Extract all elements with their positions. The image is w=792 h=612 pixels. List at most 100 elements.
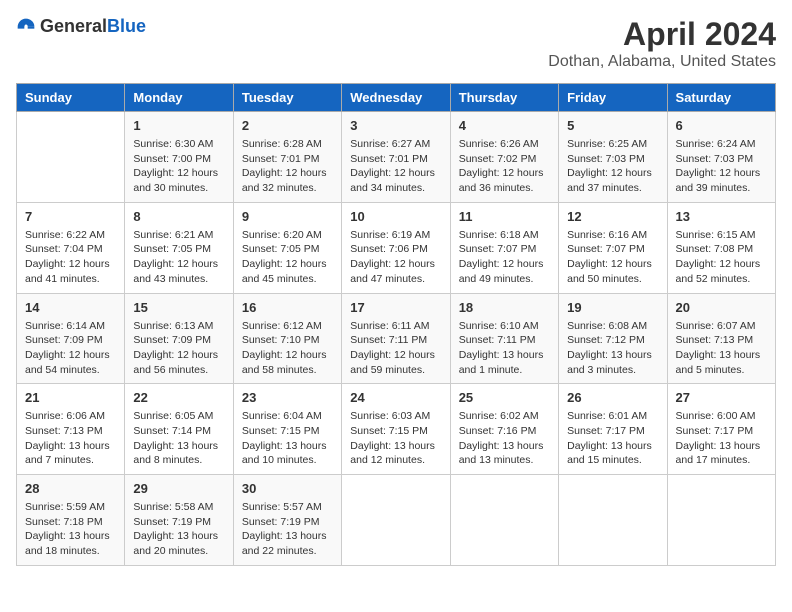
day-number: 8 <box>133 209 224 224</box>
day-number: 30 <box>242 481 333 496</box>
day-info: Sunrise: 6:00 AM Sunset: 7:17 PM Dayligh… <box>676 409 767 468</box>
day-number: 17 <box>350 300 441 315</box>
day-info: Sunrise: 6:11 AM Sunset: 7:11 PM Dayligh… <box>350 319 441 378</box>
day-header-saturday: Saturday <box>667 84 775 112</box>
day-cell: 26 Sunrise: 6:01 AM Sunset: 7:17 PM Dayl… <box>559 384 667 475</box>
day-header-thursday: Thursday <box>450 84 558 112</box>
day-info: Sunrise: 6:24 AM Sunset: 7:03 PM Dayligh… <box>676 137 767 196</box>
day-info: Sunrise: 6:06 AM Sunset: 7:13 PM Dayligh… <box>25 409 116 468</box>
day-info: Sunrise: 6:22 AM Sunset: 7:04 PM Dayligh… <box>25 228 116 287</box>
day-number: 28 <box>25 481 116 496</box>
day-cell <box>17 112 125 203</box>
day-number: 2 <box>242 118 333 133</box>
day-number: 16 <box>242 300 333 315</box>
day-cell: 30 Sunrise: 5:57 AM Sunset: 7:19 PM Dayl… <box>233 475 341 566</box>
day-number: 10 <box>350 209 441 224</box>
day-cell: 13 Sunrise: 6:15 AM Sunset: 7:08 PM Dayl… <box>667 202 775 293</box>
day-info: Sunrise: 6:07 AM Sunset: 7:13 PM Dayligh… <box>676 319 767 378</box>
day-info: Sunrise: 6:13 AM Sunset: 7:09 PM Dayligh… <box>133 319 224 378</box>
day-header-wednesday: Wednesday <box>342 84 450 112</box>
day-cell: 22 Sunrise: 6:05 AM Sunset: 7:14 PM Dayl… <box>125 384 233 475</box>
day-number: 15 <box>133 300 224 315</box>
day-number: 21 <box>25 390 116 405</box>
day-number: 9 <box>242 209 333 224</box>
logo: GeneralBlue <box>16 16 146 37</box>
logo-general: General <box>40 16 107 36</box>
day-number: 25 <box>459 390 550 405</box>
day-info: Sunrise: 6:02 AM Sunset: 7:16 PM Dayligh… <box>459 409 550 468</box>
day-header-monday: Monday <box>125 84 233 112</box>
day-cell: 18 Sunrise: 6:10 AM Sunset: 7:11 PM Dayl… <box>450 293 558 384</box>
day-cell: 9 Sunrise: 6:20 AM Sunset: 7:05 PM Dayli… <box>233 202 341 293</box>
header-row: SundayMondayTuesdayWednesdayThursdayFrid… <box>17 84 776 112</box>
logo-blue: Blue <box>107 16 146 36</box>
week-row-5: 28 Sunrise: 5:59 AM Sunset: 7:18 PM Dayl… <box>17 475 776 566</box>
week-row-3: 14 Sunrise: 6:14 AM Sunset: 7:09 PM Dayl… <box>17 293 776 384</box>
day-cell: 11 Sunrise: 6:18 AM Sunset: 7:07 PM Dayl… <box>450 202 558 293</box>
day-cell: 27 Sunrise: 6:00 AM Sunset: 7:17 PM Dayl… <box>667 384 775 475</box>
day-cell: 10 Sunrise: 6:19 AM Sunset: 7:06 PM Dayl… <box>342 202 450 293</box>
week-row-2: 7 Sunrise: 6:22 AM Sunset: 7:04 PM Dayli… <box>17 202 776 293</box>
day-number: 5 <box>567 118 658 133</box>
day-number: 14 <box>25 300 116 315</box>
day-cell: 20 Sunrise: 6:07 AM Sunset: 7:13 PM Dayl… <box>667 293 775 384</box>
day-cell: 25 Sunrise: 6:02 AM Sunset: 7:16 PM Dayl… <box>450 384 558 475</box>
day-cell: 6 Sunrise: 6:24 AM Sunset: 7:03 PM Dayli… <box>667 112 775 203</box>
logo-icon <box>16 17 36 37</box>
day-number: 29 <box>133 481 224 496</box>
day-header-sunday: Sunday <box>17 84 125 112</box>
day-cell: 1 Sunrise: 6:30 AM Sunset: 7:00 PM Dayli… <box>125 112 233 203</box>
day-number: 3 <box>350 118 441 133</box>
day-info: Sunrise: 6:16 AM Sunset: 7:07 PM Dayligh… <box>567 228 658 287</box>
day-cell: 7 Sunrise: 6:22 AM Sunset: 7:04 PM Dayli… <box>17 202 125 293</box>
day-info: Sunrise: 6:01 AM Sunset: 7:17 PM Dayligh… <box>567 409 658 468</box>
day-number: 22 <box>133 390 224 405</box>
day-cell: 17 Sunrise: 6:11 AM Sunset: 7:11 PM Dayl… <box>342 293 450 384</box>
day-info: Sunrise: 6:20 AM Sunset: 7:05 PM Dayligh… <box>242 228 333 287</box>
calendar-table: SundayMondayTuesdayWednesdayThursdayFrid… <box>16 83 776 566</box>
day-cell: 19 Sunrise: 6:08 AM Sunset: 7:12 PM Dayl… <box>559 293 667 384</box>
day-info: Sunrise: 6:26 AM Sunset: 7:02 PM Dayligh… <box>459 137 550 196</box>
header: GeneralBlue April 2024 Dothan, Alabama, … <box>16 16 776 71</box>
day-info: Sunrise: 6:12 AM Sunset: 7:10 PM Dayligh… <box>242 319 333 378</box>
day-cell: 3 Sunrise: 6:27 AM Sunset: 7:01 PM Dayli… <box>342 112 450 203</box>
day-number: 1 <box>133 118 224 133</box>
day-cell <box>342 475 450 566</box>
day-info: Sunrise: 6:25 AM Sunset: 7:03 PM Dayligh… <box>567 137 658 196</box>
day-number: 13 <box>676 209 767 224</box>
day-cell <box>559 475 667 566</box>
day-cell: 29 Sunrise: 5:58 AM Sunset: 7:19 PM Dayl… <box>125 475 233 566</box>
day-number: 20 <box>676 300 767 315</box>
day-cell: 23 Sunrise: 6:04 AM Sunset: 7:15 PM Dayl… <box>233 384 341 475</box>
day-cell <box>450 475 558 566</box>
day-cell: 24 Sunrise: 6:03 AM Sunset: 7:15 PM Dayl… <box>342 384 450 475</box>
day-info: Sunrise: 6:27 AM Sunset: 7:01 PM Dayligh… <box>350 137 441 196</box>
main-title: April 2024 <box>548 16 776 53</box>
day-cell: 15 Sunrise: 6:13 AM Sunset: 7:09 PM Dayl… <box>125 293 233 384</box>
title-area: April 2024 Dothan, Alabama, United State… <box>548 16 776 71</box>
day-info: Sunrise: 6:05 AM Sunset: 7:14 PM Dayligh… <box>133 409 224 468</box>
day-info: Sunrise: 6:28 AM Sunset: 7:01 PM Dayligh… <box>242 137 333 196</box>
day-number: 11 <box>459 209 550 224</box>
day-cell: 4 Sunrise: 6:26 AM Sunset: 7:02 PM Dayli… <box>450 112 558 203</box>
day-number: 26 <box>567 390 658 405</box>
week-row-1: 1 Sunrise: 6:30 AM Sunset: 7:00 PM Dayli… <box>17 112 776 203</box>
logo-text: GeneralBlue <box>40 16 146 37</box>
day-number: 7 <box>25 209 116 224</box>
day-info: Sunrise: 5:57 AM Sunset: 7:19 PM Dayligh… <box>242 500 333 559</box>
day-info: Sunrise: 6:03 AM Sunset: 7:15 PM Dayligh… <box>350 409 441 468</box>
day-number: 4 <box>459 118 550 133</box>
day-header-friday: Friday <box>559 84 667 112</box>
day-number: 24 <box>350 390 441 405</box>
day-info: Sunrise: 6:10 AM Sunset: 7:11 PM Dayligh… <box>459 319 550 378</box>
day-info: Sunrise: 6:21 AM Sunset: 7:05 PM Dayligh… <box>133 228 224 287</box>
day-number: 27 <box>676 390 767 405</box>
day-info: Sunrise: 6:14 AM Sunset: 7:09 PM Dayligh… <box>25 319 116 378</box>
day-number: 18 <box>459 300 550 315</box>
day-info: Sunrise: 6:30 AM Sunset: 7:00 PM Dayligh… <box>133 137 224 196</box>
day-cell: 28 Sunrise: 5:59 AM Sunset: 7:18 PM Dayl… <box>17 475 125 566</box>
week-row-4: 21 Sunrise: 6:06 AM Sunset: 7:13 PM Dayl… <box>17 384 776 475</box>
day-cell: 8 Sunrise: 6:21 AM Sunset: 7:05 PM Dayli… <box>125 202 233 293</box>
day-cell <box>667 475 775 566</box>
day-number: 23 <box>242 390 333 405</box>
